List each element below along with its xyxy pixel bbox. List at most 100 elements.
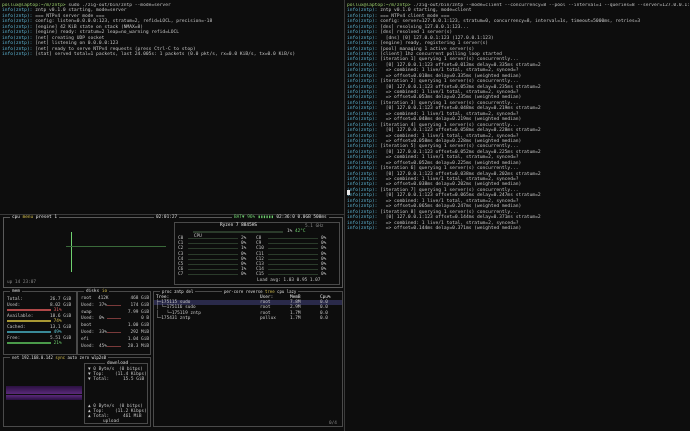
io-toggle[interactable]: io — [102, 289, 107, 294]
line-text: => combined: 1 live/1 total, stratum=2, … — [380, 198, 519, 204]
reverse-toggle[interactable]: reverse — [246, 289, 263, 294]
cpu-baseline — [66, 246, 166, 247]
proc-filter[interactable]: zntp — [174, 289, 184, 294]
log-prefix: info(zntp): — [347, 84, 381, 90]
log-prefix: info(zntp): — [347, 46, 381, 52]
line-text: [0] 127.0.0.1:123 offset=0.048ms delay=0… — [380, 106, 541, 112]
line-text: config: server=127.0.0.1:123, stratum=0,… — [380, 19, 641, 25]
proc-tree: └─175431 zntp — [156, 316, 191, 322]
proc-count: 0/4 — [329, 421, 337, 426]
line-text: [0] 127.0.0.1:123 offset=0.053ms delay=0… — [380, 84, 541, 90]
cpu-core-bar — [268, 269, 318, 271]
cpu-core-bar — [188, 258, 238, 260]
disk-used-pct: 0% — [99, 316, 105, 322]
line-text: [engine] ready: stratum=2 leap=no_warnin… — [35, 30, 180, 36]
cpu-total-pct: 1% — [287, 229, 293, 234]
left-terminal[interactable]: pollux@laptop:~/m/zntp> sudo ./zig-out/b… — [2, 3, 342, 215]
right-terminal[interactable]: pollux@laptop:~/m/zntp> ./zig-out/bin/zn… — [347, 3, 689, 431]
proc-user: root — [260, 305, 271, 311]
log-prefix: info(zntp): — [2, 24, 36, 30]
disk-used-bar — [107, 345, 121, 347]
cpu-core-bar — [188, 253, 238, 255]
net-interface[interactable]: wlp2s0 — [92, 355, 106, 360]
net-box-title: net — [12, 355, 20, 360]
proc-tree: │ └─175116 sudo — [156, 305, 196, 311]
line-text: [0] 127.0.0.1:123 offset=0.144ms delay=0… — [380, 215, 541, 221]
btop-net-box: net 192.168.0.142 sync auto zero wlp2s0 … — [3, 355, 151, 427]
disk-value: 28.3 MiB — [127, 343, 149, 349]
cpu-core-bar — [188, 269, 238, 271]
btop-disks-box: disks io root 468 GiB 412K Used: 37% 174 GiB s… — [77, 289, 151, 355]
line-text: [dns] resolving 127.0.0.1:123... — [380, 24, 469, 30]
disk-value: 1.04 GiB — [127, 336, 149, 342]
line-text: => combined: 1 live/1 total, stratum=2, … — [380, 68, 519, 74]
preset-button[interactable]: preset 1 — [36, 215, 57, 220]
proc-row[interactable]: └─175431 zntp pollux 1.7M 0.0 — [154, 316, 342, 321]
log-prefix: info(zntp): — [347, 79, 381, 85]
line-text: [dns] resolved 1 server(s) — [380, 30, 453, 36]
mem-available-bar — [7, 319, 51, 322]
disk-io: 412K — [98, 296, 109, 301]
line-text: [0] 127.0.0.1:123 offset=0.058ms delay=0… — [380, 128, 541, 134]
line-text: [iteration 1] querying 1 server(s) concu… — [380, 57, 519, 63]
log-prefix: info(zntp): — [347, 215, 381, 221]
cpu-freq: 0.0GB — [297, 215, 311, 220]
mem-total-label: Total: — [7, 297, 23, 302]
log-prefix: info(zntp): — [2, 30, 36, 36]
line-text: [0] 127.0.0.1:123 offset=0.038ms delay=0… — [380, 171, 541, 177]
log-prefix: info(zntp): — [347, 182, 381, 188]
log-prefix: info(zntp): — [347, 30, 381, 36]
log-prefix: info(zntp): — [2, 19, 36, 25]
auto-toggle[interactable]: auto — [67, 355, 77, 360]
proc-row[interactable]: │ └─175116 sudo root 2.9M 0.0 — [154, 305, 342, 310]
disks-box-title: disks — [86, 289, 100, 294]
line-text: => combined: 1 live/1 total, stratum=2, … — [380, 155, 519, 161]
cpu-core-bar — [188, 264, 238, 265]
line-text: [iteration 6] querying 1 server(s) concu… — [380, 166, 519, 172]
log-prefix: info(zntp): — [347, 128, 381, 134]
sync-toggle[interactable]: sync — [55, 355, 65, 360]
disk-row: Used: 37% 174 GiB — [81, 303, 149, 308]
log-prefix: info(zntp): — [347, 160, 381, 166]
net-ip: 192.168.0.142 — [21, 355, 53, 360]
proc-mem: 2.9M — [290, 305, 301, 311]
log-prefix: info(zntp): — [347, 95, 381, 101]
line-text: [dns] [0] 127.0.0.1:123 (127.0.0.1:123) — [380, 35, 494, 41]
tree-toggle[interactable]: tree — [265, 289, 275, 294]
menu-button[interactable]: menu — [23, 215, 34, 220]
disk-row: Used: 0% 0 B — [81, 316, 149, 321]
disk-used-pct: 45% — [99, 343, 107, 349]
log-prefix: info(zntp): — [347, 220, 381, 226]
log-prefix: info(zntp): — [347, 171, 381, 177]
clock: 02:01:27 — [154, 215, 180, 220]
log-prefix: info(zntp): — [347, 41, 381, 47]
cpu-core-bar — [188, 238, 238, 239]
disk-row: swap 7.99 GiB — [81, 310, 149, 315]
sort-selector[interactable]: cpu lazy — [277, 289, 296, 294]
log-prefix: info(zntp): — [347, 133, 381, 139]
proc-del[interactable]: del — [186, 289, 193, 294]
disk-value: 174 GiB — [130, 302, 149, 308]
btop-proc-box: proc zntp del per-core reverse tree cpu … — [153, 289, 343, 427]
disk-label: Used: — [81, 316, 95, 322]
cpu-core-bar — [268, 274, 318, 276]
zero-toggle[interactable]: zero — [80, 355, 90, 360]
line-text: [iteration 8] querying 1 server(s) concu… — [380, 209, 519, 215]
mem-total-value: 26.7 GiB — [50, 297, 72, 302]
line-text: [net] ready to serve NTPv4 requests (pre… — [35, 46, 196, 52]
pane-divider-vertical — [344, 0, 345, 431]
per-core-toggle[interactable]: per-core — [224, 289, 243, 294]
mem-box-title: mem — [10, 289, 22, 294]
line-text: zntp v0.1.0 starting, mode=client — [380, 8, 472, 14]
disk-row: Used: 45% 28.3 MiB — [81, 344, 149, 349]
line-text: [iteration 4] querying 1 server(s) concu… — [380, 122, 519, 128]
update-interval[interactable]: 500ms — [313, 215, 326, 220]
cpu-core-bar — [268, 248, 318, 250]
log-prefix: info(zntp): — [347, 106, 381, 112]
disk-value: 292 MiB — [130, 330, 149, 335]
cpu-core-bar — [268, 264, 318, 265]
disk-value: 468 GiB — [130, 296, 149, 301]
cpu-model: Ryzen 7 8845HS — [220, 223, 258, 228]
disk-value: 7.99 GiB — [127, 309, 149, 315]
line-text: [0] 127.0.0.1:123 offset=0.065ms delay=0… — [380, 193, 541, 199]
